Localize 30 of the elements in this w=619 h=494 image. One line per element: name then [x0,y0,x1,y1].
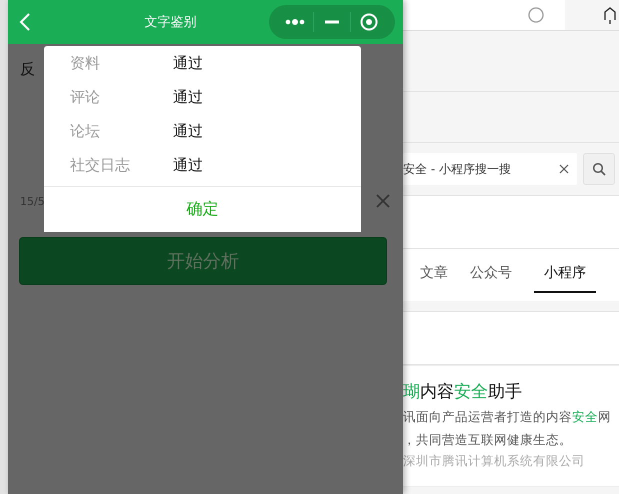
circle-icon[interactable] [527,6,545,24]
category-label: 资料 [70,54,101,72]
category-label: 社交日志 [70,156,131,174]
page-title: 文字鉴别 [144,14,198,31]
search-icon [592,162,606,176]
category-label: 论坛 [70,122,101,140]
result-value: 通过 [173,54,203,72]
company-name: 深圳市腾讯计算机系统有限公司 [403,453,586,470]
search-button[interactable] [583,153,615,185]
field-label: 反 [20,60,35,79]
close-icon[interactable] [375,193,391,209]
description-text: 网 [598,409,611,424]
description-text: ，共同营造互联网健康生态。 [403,432,572,447]
description-text: 讯面向产品运营者打造的内容 [403,409,572,424]
result-value: 通过 [173,122,203,140]
result-value: 通过 [173,156,203,174]
address-field[interactable] [403,0,565,30]
category-label: 评论 [70,88,101,106]
result-tab[interactable]: 小程序 [534,264,596,293]
result-title-text: 安全 [454,382,488,402]
result-title-text: 内容 [420,382,454,402]
result-value: 通过 [173,88,203,106]
clear-icon[interactable] [559,164,569,174]
description-text: 安全 [572,409,598,424]
result-title-text: 助手 [488,382,522,402]
result-title-text: 瑚 [403,382,420,402]
back-icon[interactable] [18,12,32,32]
result-tab[interactable]: 文章 [420,264,448,293]
search-field[interactable]: 安全 - 小程序搜一搜 [403,153,577,185]
result-tab[interactable]: 公众号 [470,264,512,293]
